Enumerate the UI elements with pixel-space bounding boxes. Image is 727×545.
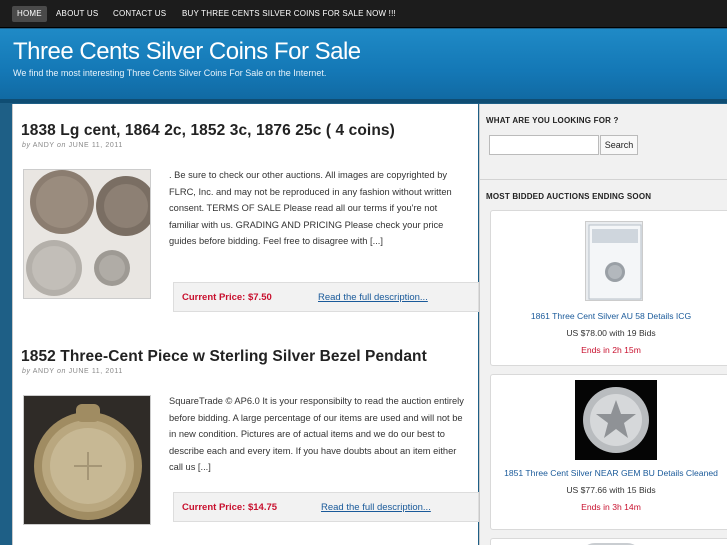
auction-price: US $77.66 with 15 Bids — [566, 485, 656, 495]
widget-divider — [480, 179, 727, 180]
read-more-link[interactable]: Read the full description... — [321, 502, 431, 513]
post-title[interactable]: 1852 Three-Cent Piece w Sterling Silver … — [21, 348, 427, 366]
post-thumbnail[interactable] — [23, 395, 151, 525]
search-widget-title: WHAT ARE YOU LOOKING FOR ? — [486, 116, 619, 125]
auction-ends: Ends in 2h 15m — [581, 345, 641, 355]
auction-title[interactable]: 1861 Three Cent Silver AU 58 Details ICG — [491, 311, 727, 321]
main-content: 1838 Lg cent, 1864 2c, 1852 3c, 1876 25c… — [12, 104, 479, 545]
post-date: JUNE 11, 2011 — [68, 142, 123, 149]
auctions-widget-title: MOST BIDDED AUCTIONS ENDING SOON — [486, 192, 652, 201]
auction-price: US $78.00 with 19 Bids — [566, 328, 656, 338]
three-cent-silver-image — [575, 380, 657, 460]
auction-card[interactable]: 1851 Three Cent Silver NEAR GEM BU Detai… — [490, 374, 727, 530]
sidebar: WHAT ARE YOU LOOKING FOR ? Search MOST B… — [479, 104, 727, 545]
post-author[interactable]: ANDY — [33, 368, 55, 375]
pendant-image — [24, 396, 150, 524]
current-price: Current Price: $7.50 — [182, 292, 272, 303]
read-more-link[interactable]: Read the full description... — [318, 292, 428, 303]
post-meta: by ANDY on JUNE 11, 2011 — [22, 142, 123, 149]
post-thumbnail[interactable] — [23, 169, 151, 299]
site-title[interactable]: Three Cents Silver Coins For Sale — [13, 38, 361, 66]
auction-image[interactable] — [585, 221, 643, 301]
nav-home[interactable]: HOME — [12, 6, 47, 22]
auction-card[interactable] — [490, 538, 727, 545]
post-excerpt: . Be sure to check our other auctions. A… — [169, 170, 452, 247]
post-meta: by ANDY on JUNE 11, 2011 — [22, 368, 123, 375]
coins-image — [24, 170, 150, 298]
price-bar: Current Price: $7.50 Read the full descr… — [173, 282, 479, 312]
header-divider — [0, 99, 727, 103]
post-meta-by: by — [22, 368, 31, 375]
top-navigation: HOME ABOUT US CONTACT US BUY THREE CENTS… — [0, 0, 727, 28]
search-input[interactable] — [489, 135, 599, 155]
post-excerpt: SquareTrade © AP6.0 It is your responsib… — [169, 396, 464, 473]
site-header: Three Cents Silver Coins For Sale We fin… — [0, 29, 727, 99]
post-date: JUNE 11, 2011 — [68, 368, 123, 375]
auction-title[interactable]: 1851 Three Cent Silver NEAR GEM BU Detai… — [491, 468, 727, 478]
nav-contact-us[interactable]: CONTACT US — [113, 6, 166, 22]
site-tagline: We find the most interesting Three Cents… — [13, 68, 327, 78]
post-meta-on: on — [57, 142, 67, 149]
auction-ends: Ends in 3h 14m — [581, 502, 641, 512]
post-title[interactable]: 1838 Lg cent, 1864 2c, 1852 3c, 1876 25c… — [21, 122, 395, 140]
price-bar: Current Price: $14.75 Read the full desc… — [173, 492, 479, 522]
auction-card[interactable]: 1861 Three Cent Silver AU 58 Details ICG… — [490, 210, 727, 366]
slab-coin-image — [588, 224, 642, 300]
post-author[interactable]: ANDY — [33, 142, 55, 149]
nav-about-us[interactable]: ABOUT US — [56, 6, 98, 22]
search-button[interactable]: Search — [600, 135, 638, 155]
nav-buy-coins[interactable]: BUY THREE CENTS SILVER COINS FOR SALE NO… — [182, 6, 396, 22]
post-meta-on: on — [57, 368, 67, 375]
post-meta-by: by — [22, 142, 31, 149]
current-price: Current Price: $14.75 — [182, 502, 278, 513]
auction-image[interactable] — [575, 380, 657, 460]
